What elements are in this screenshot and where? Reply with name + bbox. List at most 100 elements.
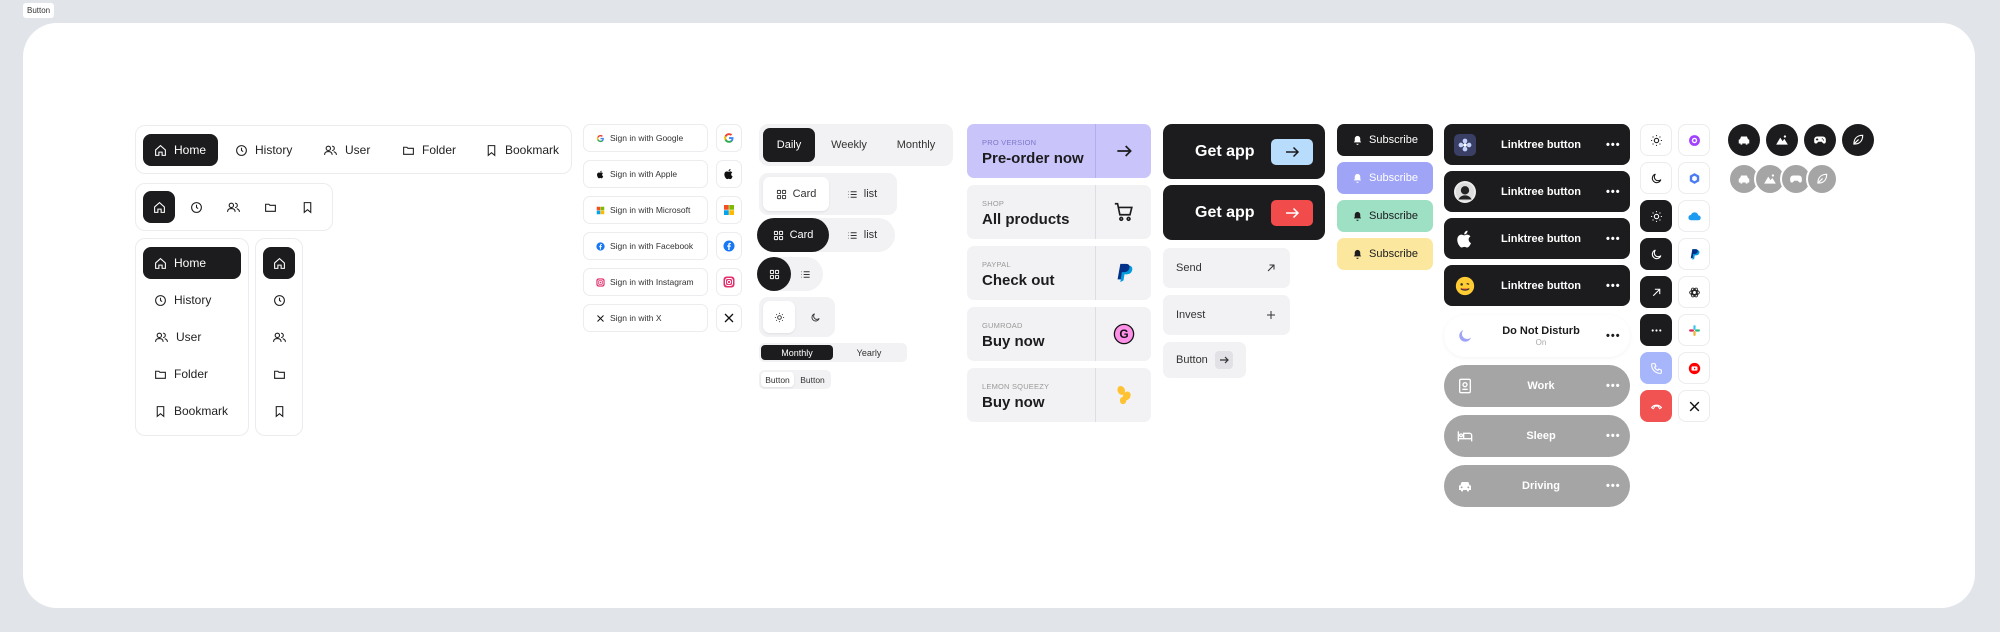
more-icon[interactable]: ••• <box>1606 280 1620 292</box>
preorder-button[interactable]: PRO VERSION Pre-order now <box>967 124 1151 178</box>
signin-google-button[interactable]: Sign in with Google <box>583 124 708 152</box>
period-option-daily[interactable]: Daily <box>763 128 815 162</box>
more-button[interactable] <box>1640 314 1672 346</box>
more-icon[interactable]: ••• <box>1606 430 1620 442</box>
signin-x-icon-button[interactable] <box>716 304 742 332</box>
nav-item-folder[interactable]: Folder <box>391 134 467 166</box>
nav-item-user[interactable]: User <box>312 134 381 166</box>
more-icon <box>1650 324 1663 337</box>
linktree-button[interactable]: Linktree button ••• <box>1444 171 1630 212</box>
tiny-button[interactable]: Button <box>761 372 794 387</box>
sun-button-dark[interactable] <box>1640 200 1672 232</box>
sidebar-icon-bookmark[interactable] <box>263 395 295 427</box>
youtube-button[interactable] <box>1678 352 1710 384</box>
shop-button[interactable]: SHOP All products <box>967 185 1151 239</box>
focus-mode-sleep[interactable]: Sleep ••• <box>1444 415 1630 457</box>
users-icon <box>323 144 338 157</box>
signin-instagram-icon-button[interactable] <box>716 268 742 296</box>
period-option-monthly[interactable]: Monthly <box>883 128 949 162</box>
signin-facebook-button[interactable]: Sign in with Facebook <box>583 232 708 260</box>
signin-microsoft-button[interactable]: Sign in with Microsoft <box>583 196 708 224</box>
copilot-button[interactable] <box>1678 124 1710 156</box>
do-not-disturb-button[interactable]: Do Not Disturb On ••• <box>1444 315 1630 357</box>
sidebar-icon-history[interactable] <box>263 284 295 316</box>
more-icon[interactable]: ••• <box>1606 480 1620 492</box>
nav-icon-history[interactable] <box>180 191 212 223</box>
nav-item-bookmark[interactable]: Bookmark <box>474 134 570 166</box>
subscribe-button-dark[interactable]: Subscribe <box>1337 124 1433 156</box>
grid-view-button[interactable] <box>757 257 791 291</box>
subscribe-button-green[interactable]: Subscribe <box>1337 200 1433 232</box>
sidebar-icon-home[interactable] <box>263 247 295 279</box>
signin-x-button[interactable]: Sign in with X <box>583 304 708 332</box>
more-icon[interactable]: ••• <box>1606 186 1620 198</box>
signin-google-icon-button[interactable] <box>716 124 742 152</box>
signin-microsoft-icon-button[interactable] <box>716 196 742 224</box>
linktree-button[interactable]: Linktree button ••• <box>1444 218 1630 259</box>
sidebar-item-home[interactable]: Home <box>143 247 241 279</box>
sidebar-item-bookmark[interactable]: Bookmark <box>143 395 239 427</box>
call-button[interactable] <box>1640 352 1672 384</box>
sidebar-item-user[interactable]: User <box>143 321 212 353</box>
cloud-button[interactable] <box>1678 200 1710 232</box>
signin-apple-button[interactable]: Sign in with Apple <box>583 160 708 188</box>
more-icon[interactable]: ••• <box>1606 380 1620 392</box>
view-option-list[interactable]: list <box>833 218 891 252</box>
more-icon[interactable]: ••• <box>1606 139 1620 151</box>
nav-icon-bookmark[interactable] <box>291 191 323 223</box>
mountain-circle-button[interactable] <box>1766 124 1798 156</box>
get-app-button[interactable]: Get app <box>1163 185 1325 240</box>
send-button[interactable]: Send <box>1163 248 1290 288</box>
slack-button[interactable] <box>1678 314 1710 346</box>
signin-facebook-icon-button[interactable] <box>716 232 742 260</box>
billing-option-monthly[interactable]: Monthly <box>761 345 833 360</box>
more-icon[interactable]: ••• <box>1606 330 1620 342</box>
moon-button-dark[interactable] <box>1640 238 1672 270</box>
get-app-button[interactable]: Get app <box>1163 124 1325 179</box>
moon-button[interactable] <box>1640 162 1672 194</box>
sidebar-item-history[interactable]: History <box>143 284 222 316</box>
billing-option-yearly[interactable]: Yearly <box>833 345 905 360</box>
light-mode-button[interactable] <box>763 301 795 333</box>
linktree-button[interactable]: Linktree button ••• <box>1444 265 1630 306</box>
focus-mode-driving[interactable]: Driving ••• <box>1444 465 1630 507</box>
sun-button[interactable] <box>1640 124 1672 156</box>
nav-icon-user[interactable] <box>217 191 249 223</box>
tiny-button[interactable]: Button <box>796 372 829 387</box>
dark-mode-button[interactable] <box>799 301 831 333</box>
gamepad-circle-button[interactable] <box>1804 124 1836 156</box>
openai-button[interactable] <box>1678 276 1710 308</box>
invest-button[interactable]: Invest <box>1163 295 1290 335</box>
nav-item-history[interactable]: History <box>224 134 303 166</box>
sidebar-item-folder[interactable]: Folder <box>143 358 219 390</box>
linktree-button[interactable]: Linktree button ••• <box>1444 124 1630 165</box>
sidebar-icon-folder[interactable] <box>263 358 295 390</box>
paypal-button[interactable]: PAYPAL Check out <box>967 246 1151 300</box>
more-icon[interactable]: ••• <box>1606 233 1620 245</box>
focus-mode-work[interactable]: Work ••• <box>1444 365 1630 407</box>
view-option-card[interactable]: Card <box>763 177 829 211</box>
arrow-button[interactable]: Button <box>1163 342 1246 378</box>
openai-hex-button[interactable] <box>1678 162 1710 194</box>
view-option-list[interactable]: list <box>833 177 891 211</box>
car-circle-button[interactable] <box>1728 124 1760 156</box>
nav-item-home[interactable]: Home <box>143 134 218 166</box>
paypal-icon-button[interactable] <box>1678 238 1710 270</box>
nav-icon-home[interactable] <box>143 191 175 223</box>
signin-instagram-button[interactable]: Sign in with Instagram <box>583 268 708 296</box>
gumroad-button[interactable]: GUMROAD Buy now G <box>967 307 1151 361</box>
list-view-button[interactable] <box>791 257 819 291</box>
signin-apple-icon-button[interactable] <box>716 160 742 188</box>
leaf-circle-button-grey[interactable] <box>1806 163 1838 195</box>
sidebar-icon-user[interactable] <box>263 321 295 353</box>
leaf-circle-button[interactable] <box>1842 124 1874 156</box>
arrow-up-right-button[interactable] <box>1640 276 1672 308</box>
lemon-squeezy-button[interactable]: LEMON SQUEEZY Buy now <box>967 368 1151 422</box>
view-option-card[interactable]: Card <box>757 218 829 252</box>
nav-icon-folder[interactable] <box>254 191 286 223</box>
subscribe-button-yellow[interactable]: Subscribe <box>1337 238 1433 270</box>
x-button[interactable] <box>1678 390 1710 422</box>
period-option-weekly[interactable]: Weekly <box>819 128 879 162</box>
subscribe-button-blue[interactable]: Subscribe <box>1337 162 1433 194</box>
hang-up-button[interactable] <box>1640 390 1672 422</box>
